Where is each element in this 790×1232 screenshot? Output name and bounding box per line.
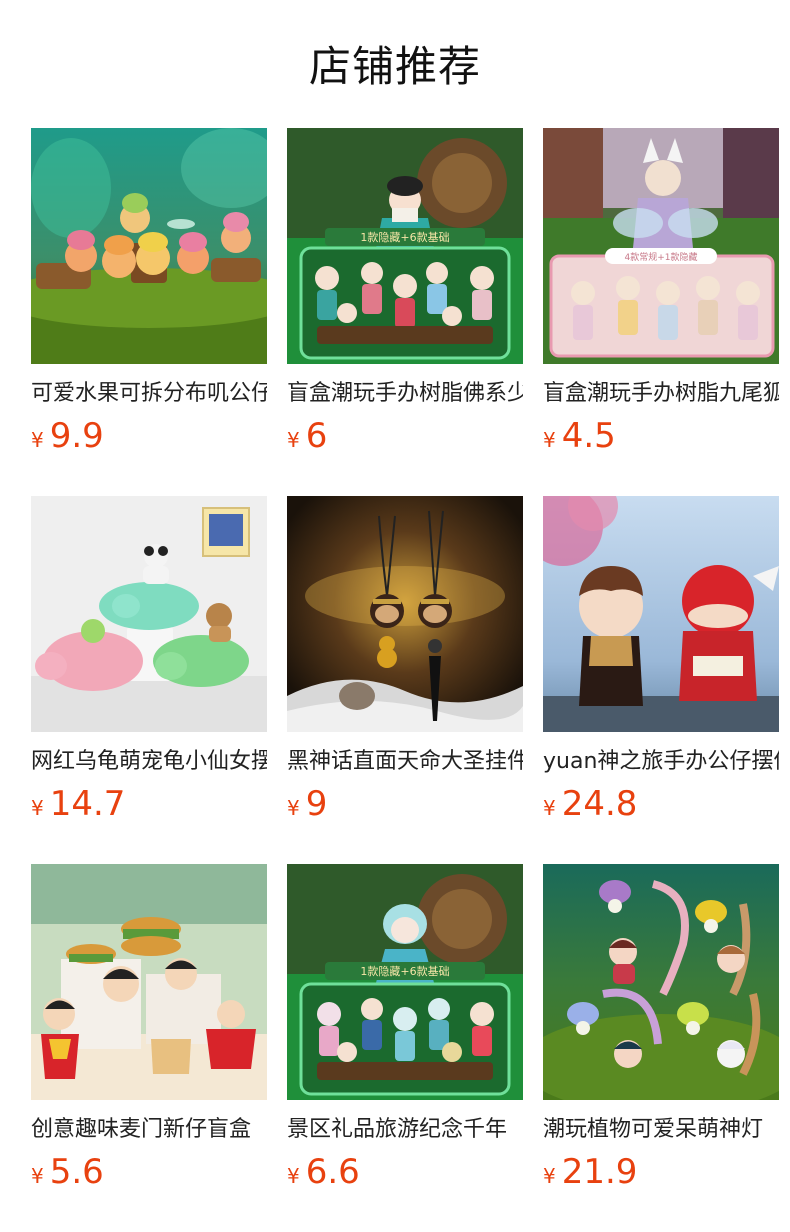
product-title[interactable]: 潮玩植物可爱呆萌神灯 xyxy=(543,1116,779,1144)
price-value: 24.8 xyxy=(561,784,638,824)
product-card[interactable]: 1款隐藏+6款基础 景区礼品旅游纪念千年 ¥ 6.6 xyxy=(287,864,523,1232)
product-card[interactable]: 黑神话直面天命大圣挂件 ¥ 9 xyxy=(287,496,523,864)
product-image[interactable] xyxy=(31,864,267,1100)
store-recommend-header: 店铺推荐 xyxy=(0,0,790,128)
currency-symbol: ¥ xyxy=(31,1164,44,1188)
product-price: ¥ 9.9 xyxy=(31,416,267,456)
currency-symbol: ¥ xyxy=(543,1164,556,1188)
product-card[interactable]: yuan神之旅手办公仔摆件 ¥ 24.8 xyxy=(543,496,779,864)
product-image[interactable]: 4款常规+1款隐藏 xyxy=(543,128,779,364)
product-card[interactable]: 可爱水果可拆分布叽公仔 ¥ 9.9 xyxy=(31,128,267,496)
currency-symbol: ¥ xyxy=(543,796,556,820)
product-title[interactable]: 网红乌龟萌宠龟小仙女摆件 xyxy=(31,748,267,776)
product-card[interactable]: 创意趣味麦门新仔盲盒 ¥ 5.6 xyxy=(31,864,267,1232)
product-price: ¥ 24.8 xyxy=(543,784,779,824)
price-value: 21.9 xyxy=(561,1152,638,1192)
currency-symbol: ¥ xyxy=(287,1164,300,1188)
product-price: ¥ 5.6 xyxy=(31,1152,267,1192)
price-value: 9 xyxy=(305,784,328,824)
page-title: 店铺推荐 xyxy=(308,41,481,91)
product-card[interactable]: 潮玩植物可爱呆萌神灯 ¥ 21.9 xyxy=(543,864,779,1232)
product-title[interactable]: 可爱水果可拆分布叽公仔 xyxy=(31,380,267,408)
product-image[interactable] xyxy=(287,496,523,732)
product-image[interactable] xyxy=(31,496,267,732)
product-price: ¥ 21.9 xyxy=(543,1152,779,1192)
currency-symbol: ¥ xyxy=(543,428,556,452)
product-title[interactable]: yuan神之旅手办公仔摆件 xyxy=(543,748,779,776)
product-image[interactable]: 1款隐藏+6款基础 xyxy=(287,128,523,364)
product-card[interactable]: 网红乌龟萌宠龟小仙女摆件 ¥ 14.7 xyxy=(31,496,267,864)
product-title[interactable]: 景区礼品旅游纪念千年 xyxy=(287,1116,523,1144)
price-value: 6 xyxy=(305,416,328,456)
product-price: ¥ 6 xyxy=(287,416,523,456)
product-image[interactable] xyxy=(543,496,779,732)
product-image[interactable] xyxy=(543,864,779,1100)
product-title[interactable]: 盲盒潮玩手办树脂佛系少女 xyxy=(287,380,523,408)
product-price: ¥ 14.7 xyxy=(31,784,267,824)
currency-symbol: ¥ xyxy=(287,796,300,820)
price-value: 6.6 xyxy=(305,1152,360,1192)
product-title[interactable]: 盲盒潮玩手办树脂九尾狐 xyxy=(543,380,779,408)
price-value: 14.7 xyxy=(49,784,126,824)
product-price: ¥ 4.5 xyxy=(543,416,779,456)
product-grid: 可爱水果可拆分布叽公仔 ¥ 9.9 1款隐藏+6款基础 盲盒潮玩手办树脂佛系少 … xyxy=(0,128,790,1232)
currency-symbol: ¥ xyxy=(31,428,44,452)
product-title[interactable]: 黑神话直面天命大圣挂件 xyxy=(287,748,523,776)
currency-symbol: ¥ xyxy=(31,796,44,820)
product-image[interactable] xyxy=(31,128,267,364)
currency-symbol: ¥ xyxy=(287,428,300,452)
price-value: 9.9 xyxy=(49,416,104,456)
box-banner-text: 1款隐藏+6款基础 xyxy=(360,964,449,978)
product-image[interactable]: 1款隐藏+6款基础 xyxy=(287,864,523,1100)
product-title[interactable]: 创意趣味麦门新仔盲盒 xyxy=(31,1116,267,1144)
product-card[interactable]: 1款隐藏+6款基础 盲盒潮玩手办树脂佛系少女 ¥ 6 xyxy=(287,128,523,496)
product-card[interactable]: 4款常规+1款隐藏 盲盒潮玩手办树脂九尾狐 ¥ 4.5 xyxy=(543,128,779,496)
price-value: 5.6 xyxy=(49,1152,104,1192)
product-price: ¥ 6.6 xyxy=(287,1152,523,1192)
price-value: 4.5 xyxy=(561,416,616,456)
box-banner-text: 4款常规+1款隐藏 xyxy=(625,251,698,263)
box-banner-text: 1款隐藏+6款基础 xyxy=(360,230,449,244)
product-price: ¥ 9 xyxy=(287,784,523,824)
